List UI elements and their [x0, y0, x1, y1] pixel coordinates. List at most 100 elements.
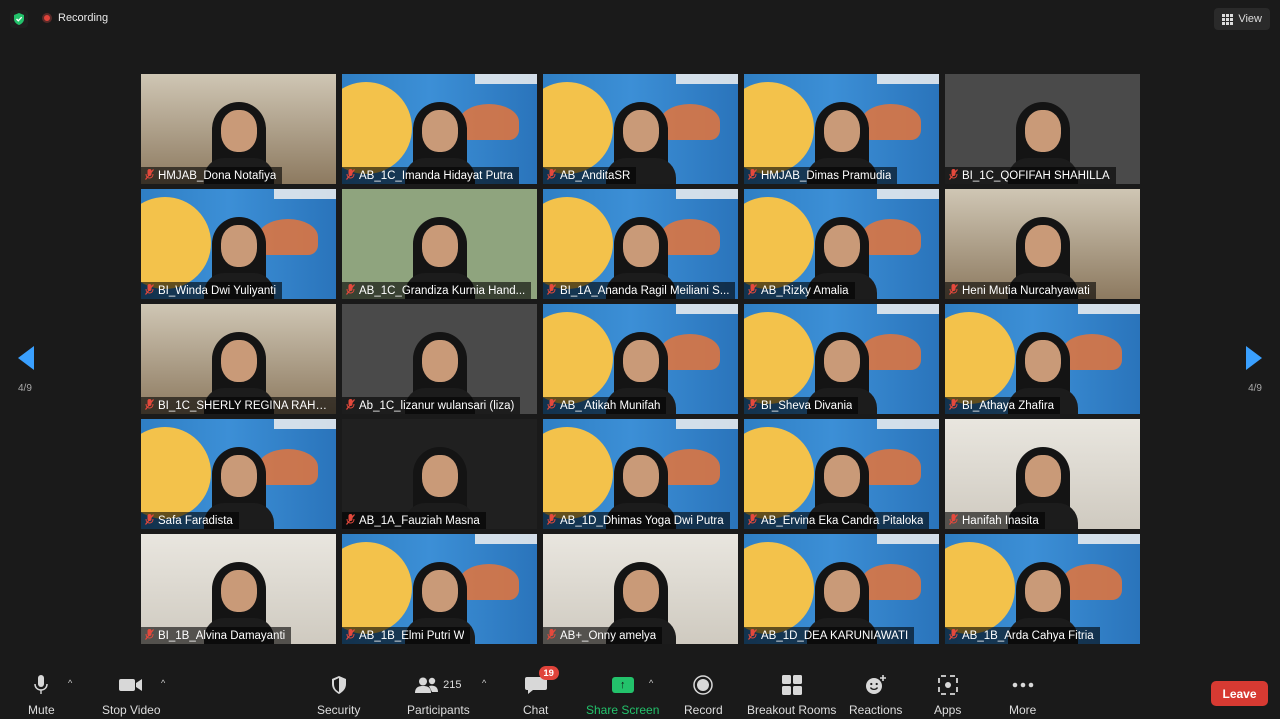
audio-options-caret-icon[interactable]: ^	[68, 678, 72, 688]
leave-button[interactable]: Leave	[1211, 681, 1268, 706]
participant-video-tile[interactable]: AB_1B_Arda Cahya Fitria	[945, 534, 1140, 644]
virtual-background-band	[1078, 304, 1140, 314]
participant-video-tile[interactable]: AB_1C_Imanda Hidayat Putra	[342, 74, 537, 184]
participant-video-tile[interactable]: AB_AnditaSR	[543, 74, 738, 184]
microphone-muted-icon	[949, 168, 958, 183]
reactions-label: Reactions	[849, 703, 903, 717]
participant-video-tile[interactable]: AB_1A_Fauziah Masna	[342, 419, 537, 529]
microphone-muted-icon	[949, 283, 958, 298]
virtual-background-band	[475, 534, 537, 544]
page-indicator-left: 4/9	[18, 383, 32, 394]
view-button[interactable]: View	[1214, 8, 1270, 30]
participants-button[interactable]: 215 Participants	[407, 673, 470, 717]
security-button[interactable]: Security	[317, 673, 360, 717]
previous-page-arrow-icon[interactable]	[18, 346, 34, 370]
participant-video-tile[interactable]: AB_1C_Grandiza Kurnia Hand...	[342, 189, 537, 299]
virtual-background-sun	[543, 197, 613, 289]
participant-video-tile[interactable]: AB_Ervina Eka Candra Pitaloka	[744, 419, 939, 529]
microphone-muted-icon	[346, 283, 355, 298]
participant-video-tile[interactable]: BI_1C_SHERLY REGINA RAHAYU	[141, 304, 336, 414]
participant-name-label: Heni Mutia Nurcahyawati	[945, 282, 1096, 299]
mute-label: Mute	[28, 703, 55, 717]
virtual-background-sun	[342, 82, 412, 174]
participant-video-tile[interactable]: Hanifah Inasita	[945, 419, 1140, 529]
virtual-background-band	[475, 74, 537, 84]
participant-video-tile[interactable]: AB_1D_Dhimas Yoga Dwi Putra	[543, 419, 738, 529]
virtual-background-sun	[141, 427, 211, 519]
microphone-muted-icon	[748, 513, 757, 528]
participant-name-text: AB_1B_Arda Cahya Fitria	[962, 629, 1094, 642]
participant-video-tile[interactable]: AB_Rizky Amalia	[744, 189, 939, 299]
microphone-muted-icon	[145, 283, 154, 298]
participant-video-tile[interactable]: BI_Sheva Divania	[744, 304, 939, 414]
participant-name-text: AB_1B_Elmi Putri W	[359, 629, 465, 642]
virtual-background-sun	[141, 197, 211, 289]
meeting-toolbar: Mute ^ Stop Video ^ Security 215 Partici…	[0, 659, 1280, 719]
security-shield-icon	[331, 673, 347, 697]
next-page-arrow-icon[interactable]	[1246, 346, 1262, 370]
participant-video-tile[interactable]: BI_1A_Ananda Ragil Meiliani S...	[543, 189, 738, 299]
participant-name-label: AB_ Atikah Munifah	[543, 397, 667, 414]
participant-video-tile[interactable]: BI_Winda Dwi Yuliyanti	[141, 189, 336, 299]
grid-icon	[1222, 13, 1234, 25]
microphone-muted-icon	[145, 628, 154, 643]
microphone-muted-icon	[949, 513, 958, 528]
participant-video-tile[interactable]: Heni Mutia Nurcahyawati	[945, 189, 1140, 299]
participant-video-tile[interactable]: AB_1B_Elmi Putri W	[342, 534, 537, 644]
more-label: More	[1009, 703, 1037, 717]
participant-name-text: Ab_1C_lizanur wulansari (liza)	[359, 399, 515, 412]
smiley-plus-icon	[865, 673, 887, 697]
record-label: Record	[684, 703, 723, 717]
recording-indicator[interactable]: Recording	[42, 12, 108, 24]
reactions-button[interactable]: Reactions	[849, 673, 902, 717]
participant-name-label: AB_1B_Elmi Putri W	[342, 627, 471, 644]
breakout-rooms-icon	[781, 673, 802, 697]
stop-video-label: Stop Video	[102, 703, 161, 717]
stop-video-button[interactable]: Stop Video	[102, 673, 161, 717]
participants-options-caret-icon[interactable]: ^	[482, 678, 486, 688]
shield-check-icon[interactable]	[10, 10, 28, 28]
microphone-muted-icon	[748, 398, 757, 413]
apps-button[interactable]: Apps	[934, 673, 961, 717]
participant-name-label: AB_1C_Imanda Hidayat Putra	[342, 167, 520, 184]
video-options-caret-icon[interactable]: ^	[161, 678, 165, 688]
virtual-background-band	[274, 189, 336, 199]
participant-video-tile[interactable]: BI_1C_QOFIFAH SHAHILLA	[945, 74, 1140, 184]
microphone-muted-icon	[346, 168, 355, 183]
participant-name-text: AB_1D_Dhimas Yoga Dwi Putra	[560, 514, 724, 527]
mute-button[interactable]: Mute	[28, 673, 55, 717]
share-options-caret-icon[interactable]: ^	[649, 678, 653, 688]
security-label: Security	[317, 703, 361, 717]
breakout-rooms-button[interactable]: Breakout Rooms	[747, 673, 836, 717]
virtual-background-band	[274, 419, 336, 429]
participant-name-text: AB+_Onny amelya	[560, 629, 657, 642]
participant-video-tile[interactable]: Ab_1C_lizanur wulansari (liza)	[342, 304, 537, 414]
video-camera-icon	[119, 673, 143, 697]
virtual-background-sun	[744, 312, 814, 404]
microphone-muted-icon	[145, 513, 154, 528]
participant-name-label: AB_1A_Fauziah Masna	[342, 512, 486, 529]
record-button[interactable]: Record	[684, 673, 723, 717]
participant-video-tile[interactable]: Safa Faradista	[141, 419, 336, 529]
participant-video-tile[interactable]: AB+_Onny amelya	[543, 534, 738, 644]
virtual-background-band	[877, 304, 939, 314]
virtual-background-sun	[543, 82, 613, 174]
top-bar: Recording View	[0, 0, 1280, 38]
participant-video-tile[interactable]: AB_ Atikah Munifah	[543, 304, 738, 414]
participant-name-text: Heni Mutia Nurcahyawati	[962, 284, 1090, 297]
chat-label: Chat	[523, 703, 549, 717]
chat-button[interactable]: 19 Chat	[523, 666, 559, 717]
participant-video-tile[interactable]: HMJAB_Dimas Pramudia	[744, 74, 939, 184]
virtual-background-sun	[744, 82, 814, 174]
breakout-rooms-label: Breakout Rooms	[747, 703, 837, 717]
participant-video-tile[interactable]: HMJAB_Dona Notafiya	[141, 74, 336, 184]
participant-name-label: AB_1B_Arda Cahya Fitria	[945, 627, 1100, 644]
participant-video-tile[interactable]: BI_1B_Alvina Damayanti	[141, 534, 336, 644]
participant-video-tile[interactable]: AB_1D_DEA KARUNIAWATI	[744, 534, 939, 644]
participant-video-tile[interactable]: BI_Athaya Zhafira	[945, 304, 1140, 414]
participants-label: Participants	[407, 703, 470, 717]
microphone-muted-icon	[748, 283, 757, 298]
participant-name-label: BI_1B_Alvina Damayanti	[141, 627, 292, 644]
more-button[interactable]: More	[1009, 673, 1036, 717]
participant-name-text: BI_1C_SHERLY REGINA RAHAYU	[158, 399, 330, 412]
